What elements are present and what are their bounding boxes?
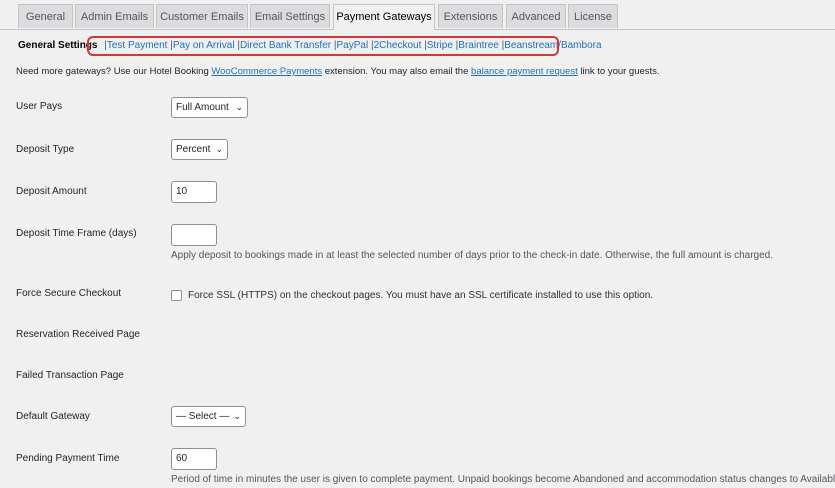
tab-general[interactable]: General [18,4,73,28]
notice-text: link to your guests. [577,66,660,77]
tab-admin-emails[interactable]: Admin Emails [75,4,154,28]
gateways-notice: Need more gateways? Use our Hotel Bookin… [16,66,660,77]
pending-payment-time-label: Pending Payment Time [16,453,120,464]
tab-payment-gateways[interactable]: Payment Gateways [333,4,435,30]
deposit-type-value: Percent [176,144,211,155]
deposit-type-select[interactable]: Percent ⌄ [171,139,228,160]
default-gateway-value: — Select — [176,411,230,422]
tab-license[interactable]: License [568,4,618,28]
woocommerce-payments-link[interactable]: WooCommerce Payments [211,66,322,77]
tab-email-settings[interactable]: Email Settings [250,4,330,28]
reservation-received-page-label: Reservation Received Page [16,329,140,340]
failed-transaction-page-label: Failed Transaction Page [16,370,124,381]
pending-payment-time-input[interactable]: 60 [171,448,217,470]
tab-extensions[interactable]: Extensions [438,4,503,28]
default-gateway-select[interactable]: — Select — ⌄ [171,406,246,427]
deposit-type-label: Deposit Type [16,144,75,155]
settings-tab-bar: General Admin Emails Customer Emails Ema… [0,0,835,30]
deposit-time-frame-label: Deposit Time Frame (days) [16,228,137,239]
force-ssl-checkbox-label[interactable]: Force SSL (HTTPS) on the checkout pages.… [188,290,653,301]
pending-payment-time-description: Period of time in minutes the user is gi… [171,474,835,485]
deposit-time-frame-input[interactable] [171,224,217,246]
gateway-links-highlight [87,36,559,56]
deposit-amount-label: Deposit Amount [16,186,87,197]
notice-text: Need more gateways? Use our Hotel Bookin… [16,66,212,77]
deposit-time-frame-description: Apply deposit to bookings made in at lea… [171,250,774,261]
chevron-down-icon: ⌄ [235,102,243,112]
notice-text: extension. You may also email the [322,66,472,77]
tab-advanced[interactable]: Advanced [506,4,566,28]
user-pays-label: User Pays [16,101,63,112]
user-pays-select[interactable]: Full Amount ⌄ [171,97,248,118]
force-ssl-checkbox[interactable] [171,290,182,301]
subnav-general-settings[interactable]: General Settings [18,40,97,51]
deposit-amount-input[interactable]: 10 [171,181,217,203]
default-gateway-label: Default Gateway [16,411,90,422]
chevron-down-icon: ⌄ [233,411,241,421]
user-pays-value: Full Amount [176,102,229,113]
chevron-down-icon: ⌄ [215,144,223,154]
tab-customer-emails[interactable]: Customer Emails [156,4,248,28]
force-secure-checkout-label: Force Secure Checkout [16,288,122,299]
balance-payment-request-link[interactable]: balance payment request [471,66,578,77]
